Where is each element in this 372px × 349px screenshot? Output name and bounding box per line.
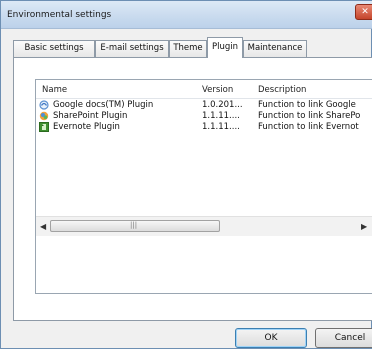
tab-maintenance[interactable]: Maintenance: [243, 40, 307, 57]
tab-basic-settings[interactable]: Basic settings: [13, 40, 95, 57]
list-item[interactable]: Evernote Plugin 1.1.11.... Function to l…: [36, 122, 372, 133]
plugin-description: Function to link Google: [258, 100, 356, 110]
cancel-button[interactable]: Cancel: [315, 328, 372, 348]
plugin-version: 1.0.201...: [202, 100, 243, 110]
tab-email-settings[interactable]: E-mail settings: [95, 40, 169, 57]
evernote-icon: [39, 122, 49, 132]
sharepoint-icon: [39, 111, 49, 121]
plugin-version: 1.1.11....: [202, 122, 240, 132]
scroll-left-arrow-icon[interactable]: ◀: [40, 222, 46, 231]
plugin-name: SharePoint Plugin: [53, 111, 128, 121]
horizontal-scrollbar[interactable]: ◀ ||| ▶: [36, 216, 372, 236]
plugin-list[interactable]: Name Version Description Google docs(TM)…: [35, 79, 372, 294]
plugin-name: Evernote Plugin: [53, 122, 120, 132]
list-header: Name Version Description: [36, 80, 372, 99]
title-bar: Environmental settings ✕: [1, 1, 372, 29]
plugin-description: Function to link SharePo: [258, 111, 361, 121]
column-header-version[interactable]: Version: [202, 85, 233, 95]
list-item[interactable]: SharePoint Plugin 1.1.11.... Function to…: [36, 111, 372, 122]
tab-theme[interactable]: Theme: [169, 40, 207, 57]
scrollbar-grip-icon: |||: [130, 221, 138, 229]
tab-plugin[interactable]: Plugin: [207, 37, 243, 58]
google-docs-icon: [39, 100, 49, 110]
ok-button[interactable]: OK: [235, 328, 307, 348]
scrollbar-thumb[interactable]: |||: [50, 220, 220, 232]
column-header-description[interactable]: Description: [258, 85, 306, 95]
column-header-name[interactable]: Name: [42, 85, 67, 95]
window-title: Environmental settings: [7, 10, 112, 20]
scroll-right-arrow-icon[interactable]: ▶: [361, 222, 367, 231]
plugin-description: Function to link Evernot: [258, 122, 359, 132]
list-item[interactable]: Google docs(TM) Plugin 1.0.201... Functi…: [36, 100, 372, 111]
settings-window: Environmental settings ✕ Basic settings …: [0, 0, 372, 349]
plugin-version: 1.1.11....: [202, 111, 240, 121]
plugin-name: Google docs(TM) Plugin: [53, 100, 154, 110]
close-button[interactable]: ✕: [355, 4, 372, 20]
